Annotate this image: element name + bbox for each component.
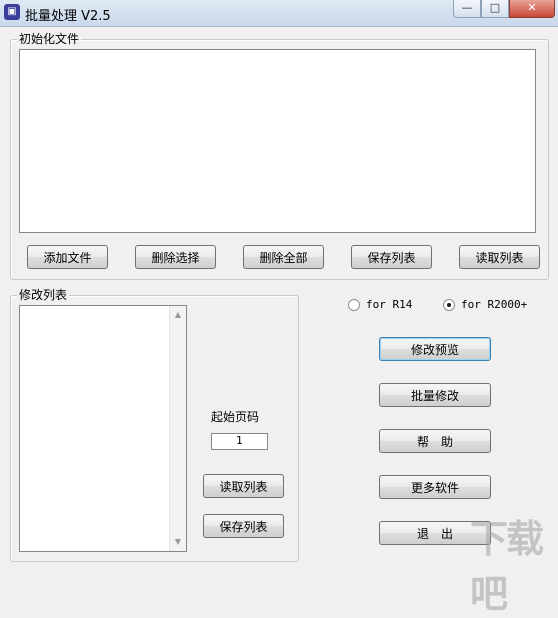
modify-list-legend: 修改列表 (17, 288, 70, 302)
read-list-button[interactable]: 读取列表 (459, 245, 540, 269)
add-file-button[interactable]: 添加文件 (27, 245, 108, 269)
minimize-button[interactable]: — (453, 0, 481, 18)
delete-all-button[interactable]: 删除全部 (243, 245, 324, 269)
batch-modify-button[interactable]: 批量修改 (379, 383, 491, 407)
help-button[interactable]: 帮 助 (379, 429, 491, 453)
start-page-label: 起始页码 (211, 410, 260, 424)
modify-list-scrollbar[interactable]: ▲ ▼ (169, 306, 186, 551)
radio-r14-label[interactable]: for R14 (366, 298, 412, 311)
preview-button[interactable]: 修改预览 (379, 337, 491, 361)
scroll-up-icon[interactable]: ▲ (170, 309, 186, 321)
save-list-button[interactable]: 保存列表 (351, 245, 432, 269)
modify-read-list-button[interactable]: 读取列表 (203, 474, 284, 498)
radio-r2000[interactable] (443, 299, 455, 311)
start-page-input[interactable]: 1 (211, 433, 268, 450)
modify-list[interactable]: ▲ ▼ (19, 305, 187, 552)
modify-save-list-button[interactable]: 保存列表 (203, 514, 284, 538)
radio-r14[interactable] (348, 299, 360, 311)
init-file-legend: 初始化文件 (17, 32, 82, 46)
close-button[interactable]: ✕ (509, 0, 555, 18)
maximize-button[interactable]: □ (481, 0, 509, 18)
more-software-button[interactable]: 更多软件 (379, 475, 491, 499)
init-file-list[interactable] (19, 49, 536, 233)
radio-r2000-label[interactable]: for R2000+ (461, 298, 527, 311)
scroll-down-icon[interactable]: ▼ (170, 536, 186, 548)
delete-selected-button[interactable]: 删除选择 (135, 245, 216, 269)
window-title: 批量处理 V2.5 (25, 9, 111, 24)
title-bar: ▣ 批量处理 V2.5 — □ ✕ (0, 0, 558, 27)
watermark-logo: 下载吧 (470, 517, 544, 616)
app-icon[interactable]: ▣ (4, 4, 20, 20)
